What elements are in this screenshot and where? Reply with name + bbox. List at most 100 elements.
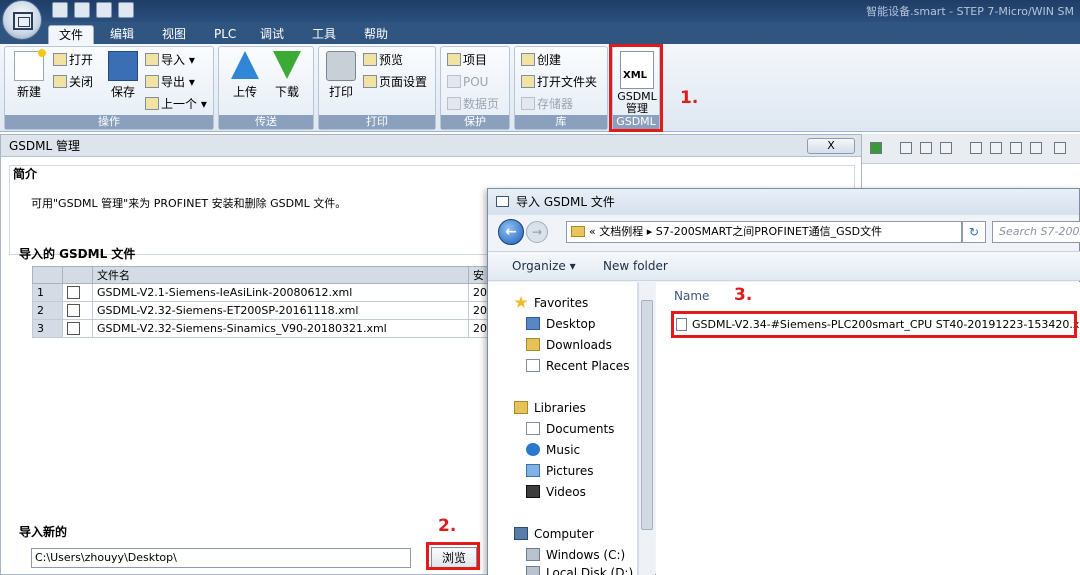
tab-debug[interactable]: 调试 <box>250 25 294 44</box>
page-setup-button[interactable]: 页面设置 <box>363 73 427 91</box>
create-library-icon <box>521 53 535 66</box>
tab-view[interactable]: 视图 <box>152 25 196 44</box>
drive-icon <box>526 548 540 561</box>
open-folder-icon <box>53 53 67 66</box>
group-transfer-label: 传送 <box>219 115 313 129</box>
row-checkbox-cell <box>62 301 93 320</box>
row-number: 2 <box>32 301 63 320</box>
intro-text: 可用"GSDML 管理"来为 PROFINET 安装和删除 GSDML 文件。 <box>31 197 347 210</box>
create-library-button[interactable]: 创建 <box>521 51 561 69</box>
downloads-icon <box>526 338 540 351</box>
search-input[interactable]: Search S7-200S <box>992 221 1080 243</box>
highlight-browse-button <box>426 542 480 570</box>
nav-recent-label: Recent Places <box>546 359 630 373</box>
column-header-name[interactable]: Name <box>674 289 709 303</box>
new-folder-button[interactable]: New folder <box>603 259 668 273</box>
address-bar[interactable]: « 文档例程 ▸ S7-200SMART之间PROFINET通信_GSD文件 <box>566 221 962 243</box>
drive-icon <box>526 566 540 575</box>
pou-label: POU <box>463 75 489 89</box>
refresh-icon[interactable]: ↻ <box>962 221 986 243</box>
header-filename[interactable]: 文件名 <box>92 266 469 284</box>
new-label: 新建 <box>16 85 41 99</box>
nav-desktop[interactable]: Desktop <box>526 317 596 331</box>
group-operations-label: 操作 <box>5 115 213 129</box>
pou-lock-icon <box>447 75 461 88</box>
panel-title: GSDML 管理 <box>1 135 861 157</box>
preview-button[interactable]: 预览 <box>363 51 403 69</box>
memory-icon <box>521 97 535 110</box>
row-checkbox[interactable] <box>67 322 80 336</box>
pou-button[interactable]: POU <box>447 73 488 91</box>
table-row[interactable]: 1 GSDML-V2.1-Siemens-IeAsiLink-20080612.… <box>32 283 495 302</box>
new-button[interactable]: 新建 <box>9 49 49 100</box>
nav-computer[interactable]: Computer <box>514 527 594 541</box>
contact-down-icon[interactable] <box>990 142 1002 154</box>
tab-plc[interactable]: PLC <box>204 25 246 44</box>
save-icon[interactable] <box>96 2 112 18</box>
row-checkbox[interactable] <box>67 304 80 318</box>
add-icon[interactable] <box>940 142 952 154</box>
nav-favorites-label: Favorites <box>534 296 589 310</box>
upload-label: 上传 <box>232 85 257 99</box>
contact-up-icon[interactable] <box>1010 142 1022 154</box>
quick-access-toolbar <box>52 2 134 18</box>
open-button[interactable]: 打开 <box>53 51 93 69</box>
contact-icon[interactable] <box>1054 142 1066 154</box>
previous-icon <box>145 97 159 110</box>
save-button[interactable]: 保存 <box>103 51 143 100</box>
data-page-button[interactable]: 数据页 <box>447 95 499 113</box>
application-menu-button[interactable] <box>2 0 42 40</box>
back-arrow-icon[interactable]: ← <box>498 219 524 245</box>
export-icon <box>145 75 159 88</box>
open-label: 打开 <box>69 53 94 67</box>
print-button[interactable]: 打印 <box>321 51 361 100</box>
unlock-icon[interactable] <box>920 142 932 154</box>
page-setup-icon <box>363 75 377 88</box>
pictures-icon <box>526 464 540 477</box>
nav-downloads[interactable]: Downloads <box>526 338 612 352</box>
nav-local-disk-d[interactable]: Local Disk (D:) <box>526 566 633 575</box>
music-icon <box>526 443 540 456</box>
branch-icon[interactable] <box>970 142 982 154</box>
import-path-input[interactable]: C:\Users\zhouyy\Desktop\ <box>31 548 411 568</box>
export-button[interactable]: 导出 ▾ <box>145 73 195 91</box>
tab-help[interactable]: 帮助 <box>354 25 398 44</box>
close-button[interactable]: 关闭 <box>53 73 93 91</box>
header-check <box>62 266 93 284</box>
nav-pictures[interactable]: Pictures <box>526 464 594 478</box>
nav-videos[interactable]: Videos <box>526 485 586 499</box>
memory-button[interactable]: 存储器 <box>521 95 573 113</box>
intro-heading: 简介 <box>13 167 38 181</box>
organize-button[interactable]: Organize ▾ <box>512 259 576 273</box>
download-button[interactable]: 下载 <box>267 51 307 100</box>
scrollbar-thumb[interactable] <box>641 300 653 530</box>
nav-libraries[interactable]: Libraries <box>514 401 586 415</box>
panel-close-button[interactable]: X <box>807 138 855 154</box>
nav-favorites[interactable]: Favorites <box>514 296 588 310</box>
tab-tools[interactable]: 工具 <box>302 25 346 44</box>
forward-arrow-icon[interactable]: → <box>526 221 548 243</box>
open-folder-icon[interactable] <box>74 2 90 18</box>
nav-recent-places[interactable]: Recent Places <box>526 359 629 373</box>
insert-network-icon[interactable] <box>870 142 882 154</box>
upload-button[interactable]: 上传 <box>225 51 265 100</box>
row-checkbox[interactable] <box>67 286 80 300</box>
open-folder-button[interactable]: 打开文件夹 <box>521 73 597 91</box>
dialog-title: 导入 GSDML 文件 <box>516 195 615 209</box>
previous-button[interactable]: 上一个 ▾ <box>145 95 207 113</box>
table-row[interactable]: 3 GSDML-V2.32-Siemens-Sinamics_V90-20180… <box>32 319 495 338</box>
import-button[interactable]: 导入 ▾ <box>145 51 195 69</box>
nav-music[interactable]: Music <box>526 443 580 457</box>
line-right-icon[interactable] <box>1030 142 1042 154</box>
print-icon[interactable] <box>118 2 134 18</box>
project-button[interactable]: 项目 <box>447 51 487 69</box>
new-file-icon[interactable] <box>52 2 68 18</box>
tab-edit[interactable]: 编辑 <box>100 25 144 44</box>
lock-icon[interactable] <box>900 142 912 154</box>
tab-file[interactable]: 文件 <box>48 25 95 44</box>
nav-documents[interactable]: Documents <box>526 422 614 436</box>
navigation-scrollbar[interactable] <box>638 282 655 575</box>
project-label: 项目 <box>463 53 488 67</box>
nav-windows-c[interactable]: Windows (C:) <box>526 548 625 562</box>
table-row[interactable]: 2 GSDML-V2.32-Siemens-ET200SP-20161118.x… <box>32 301 495 320</box>
